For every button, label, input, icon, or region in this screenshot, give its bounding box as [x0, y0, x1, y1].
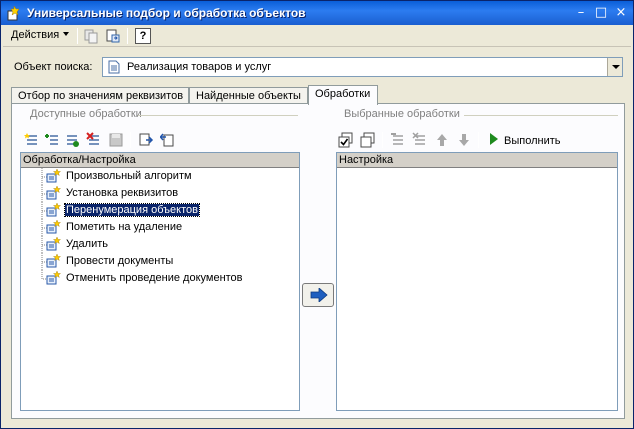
selected-group-title: Выбранные обработки [344, 108, 460, 120]
document-icon [108, 60, 120, 74]
title-bar[interactable]: Универсальные подбор и обработка объекто… [1, 1, 633, 25]
move-down-icon[interactable] [456, 132, 472, 148]
search-object-value: Реализация товаров и услуг [127, 61, 272, 73]
actions-menu-button[interactable]: Действия [11, 29, 70, 41]
play-icon [490, 133, 498, 145]
save-settings-icon[interactable] [160, 132, 176, 148]
processing-icon [46, 186, 62, 200]
load-settings-icon[interactable] [138, 132, 154, 148]
tab-found-objects[interactable]: Найденные объекты [189, 87, 308, 104]
column-header-setting[interactable]: Настройка [337, 153, 617, 168]
dropdown-arrow-icon[interactable] [607, 58, 622, 76]
column-header-processing-setting[interactable]: Обработка/Настройка [21, 153, 299, 168]
add-group-icon[interactable] [44, 132, 60, 148]
help-button[interactable]: ? [135, 28, 151, 44]
list-item[interactable]: Установка реквизитов [21, 185, 299, 202]
list-item[interactable]: Перенумерация объектов [21, 202, 299, 219]
search-object-label: Объект поиска: [14, 61, 93, 73]
list-item[interactable]: Произвольный алгоритм [21, 168, 299, 185]
add-item-icon[interactable] [24, 132, 40, 148]
list-item[interactable]: Удалить [21, 236, 299, 253]
group-divider [464, 115, 618, 116]
toolbar: Действия ? [3, 25, 631, 47]
window-title: Универсальные подбор и обработка объекто… [27, 6, 306, 20]
toolbar-separator [130, 132, 131, 148]
toolbar-separator [382, 132, 383, 148]
maximize-button[interactable]: □ [592, 4, 610, 22]
tab-label: Отбор по значениям реквизитов [18, 90, 184, 102]
uncheck-all-icon[interactable] [360, 132, 376, 148]
main-window: Универсальные подбор и обработка объекто… [0, 0, 634, 429]
tab-label: Обработки [315, 88, 371, 100]
list-item-label: Произвольный алгоритм [66, 170, 192, 182]
close-button[interactable]: × [612, 4, 630, 22]
copy-item-icon[interactable] [64, 132, 80, 148]
list-item[interactable]: Пометить на удаление [21, 219, 299, 236]
processing-icon [46, 237, 62, 251]
list-item-label: Провести документы [66, 255, 174, 267]
copy-icon[interactable] [83, 28, 99, 44]
search-object-select[interactable]: Реализация товаров и услуг [102, 57, 623, 77]
tab-processing[interactable]: Обработки [308, 85, 378, 105]
delete-item-icon[interactable] [86, 132, 102, 148]
tab-label: Найденные объекты [196, 90, 301, 102]
list-item-label: Установка реквизитов [66, 187, 179, 199]
add-to-selected-button[interactable] [302, 283, 334, 307]
run-label: Выполнить [504, 135, 561, 147]
processing-icon [46, 254, 62, 268]
list-item-label: Пометить на удаление [66, 221, 183, 233]
toolbar-separator [127, 28, 128, 44]
selected-processing-list[interactable]: Настройка [336, 152, 618, 411]
paste-icon[interactable] [105, 28, 121, 44]
available-group-title: Доступные обработки [30, 108, 142, 120]
available-processing-list[interactable]: Обработка/Настройка Произвольный алгорит… [20, 152, 300, 411]
list-item[interactable]: Провести документы [21, 253, 299, 270]
remove-setting-icon[interactable] [412, 132, 428, 148]
tab-panel-processing: Доступные обработки Обработка/Настройка … [11, 103, 625, 419]
list-item-label: Перенумерация объектов [64, 203, 200, 217]
toolbar-separator [478, 132, 479, 148]
group-divider [138, 115, 298, 116]
processing-icon [46, 169, 62, 183]
edit-setting-icon[interactable] [390, 132, 406, 148]
list-item-label: Отменить проведение документов [66, 272, 243, 284]
processing-icon [46, 203, 62, 217]
toolbar-separator [77, 28, 78, 44]
check-all-icon[interactable] [338, 132, 354, 148]
processing-icon [46, 220, 62, 234]
actions-label: Действия [11, 29, 60, 41]
list-item-label: Удалить [66, 238, 108, 250]
run-button[interactable]: Выполнить [490, 133, 560, 147]
chevron-down-icon [63, 32, 70, 36]
minimize-button[interactable]: – [572, 4, 590, 22]
tab-filter-by-attributes[interactable]: Отбор по значениям реквизитов [11, 87, 189, 104]
save-icon[interactable] [108, 132, 124, 148]
arrow-right-icon [310, 288, 328, 302]
processing-icon [46, 271, 62, 285]
app-icon [7, 5, 20, 21]
list-item[interactable]: Отменить проведение документов [21, 270, 299, 287]
move-up-icon[interactable] [434, 132, 450, 148]
